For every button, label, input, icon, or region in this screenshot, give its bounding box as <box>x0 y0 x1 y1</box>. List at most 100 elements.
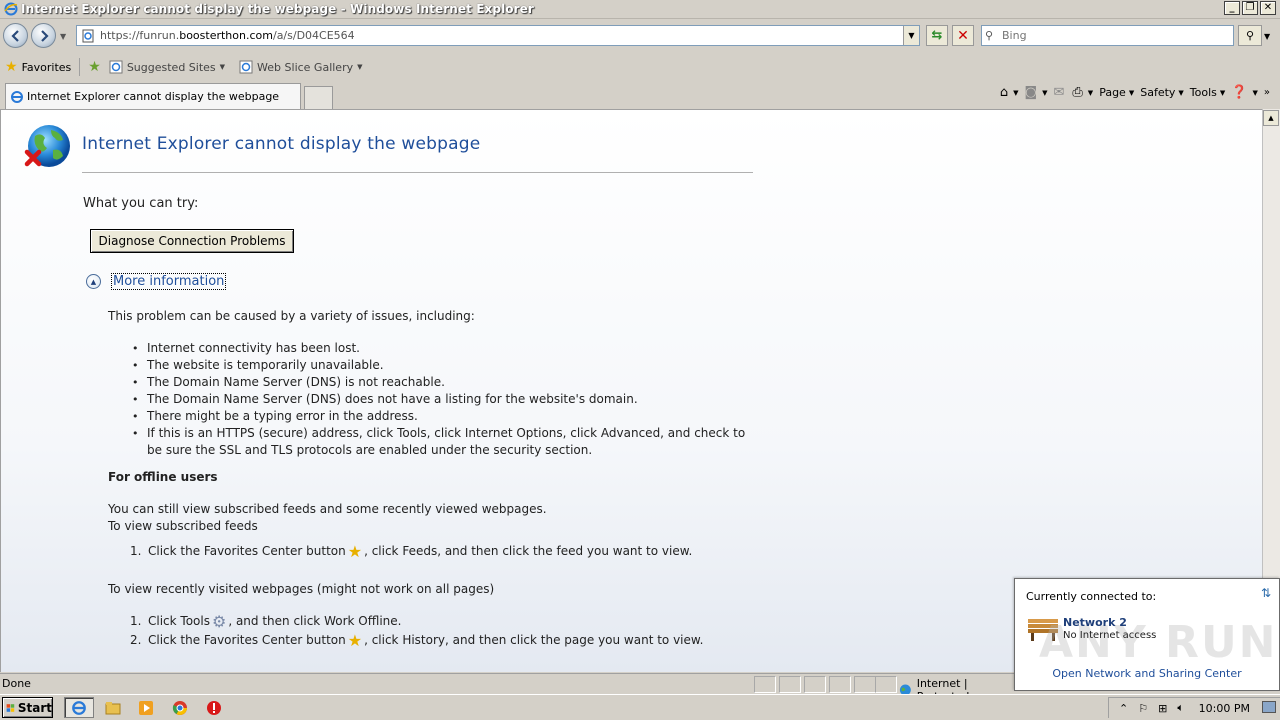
system-tray: ⌃ ⚐ ⊞ 🔈︎ 10:00 PM <box>1108 697 1280 718</box>
status-cell <box>754 676 776 693</box>
help-menu[interactable]: ❓ ▼ <box>1231 85 1258 100</box>
favorites-button[interactable]: ★ Favorites <box>5 59 71 75</box>
minimize-button[interactable]: _ <box>1224 1 1240 15</box>
tab-current[interactable]: Internet Explorer cannot display the web… <box>5 83 301 109</box>
open-network-sharing-center-link[interactable]: Open Network and Sharing Center <box>1015 667 1279 680</box>
status-cell <box>875 676 897 693</box>
status-cell <box>804 676 826 693</box>
ie-logo-icon <box>4 2 18 16</box>
popup-heading: Currently connected to: <box>1026 590 1157 603</box>
forward-button[interactable] <box>31 23 56 48</box>
ie-logo-icon <box>72 700 86 715</box>
volume-icon[interactable]: 🔈︎ <box>1177 701 1184 715</box>
network-status-popup: Currently connected to: ⇅ ANY RUN Networ… <box>1014 578 1280 691</box>
status-cell <box>829 676 851 693</box>
taskbar-explorer[interactable] <box>98 697 128 718</box>
list-item: 1. Click Tools ⚙, and then click Work Offl… <box>130 611 402 631</box>
search-icon: ⚲ <box>985 29 994 42</box>
title-bar[interactable]: Internet Explorer cannot display the web… <box>0 0 1280 19</box>
status-bar: Done Internet | Protected <box>0 673 1014 703</box>
scroll-up-arrow-icon[interactable]: ▲ <box>1263 110 1279 126</box>
search-options-dropdown-icon[interactable]: ▼ <box>1264 32 1270 41</box>
read-mail-button[interactable]: ✉ <box>1053 85 1066 100</box>
back-arrow-icon <box>10 29 19 42</box>
chevron-down-icon: ▼ <box>1013 88 1019 97</box>
taskbar-security-app[interactable] <box>199 697 229 718</box>
more-commands-icon[interactable]: » <box>1264 87 1270 98</box>
favorites-star-icon: ★ <box>5 59 18 75</box>
tools-menu[interactable]: Tools ▼ <box>1190 86 1226 99</box>
show-desktop-icon[interactable] <box>1262 701 1276 713</box>
back-button[interactable] <box>3 23 28 48</box>
list-item: The Domain Name Server (DNS) is not reac… <box>132 374 752 391</box>
what-you-can-try-label: What you can try: <box>83 196 199 211</box>
problem-intro: This problem can be caused by a variety … <box>108 309 475 323</box>
address-dropdown-button[interactable]: ▼ <box>903 26 919 45</box>
separator <box>79 58 81 76</box>
chevron-down-icon: ▼ <box>1087 88 1094 97</box>
globe-error-icon <box>24 125 70 167</box>
start-button[interactable]: Start <box>2 697 53 718</box>
chevron-down-icon: ▼ <box>1178 88 1184 97</box>
web-slice-gallery-link[interactable]: Web Slice Gallery ▼ <box>239 60 363 74</box>
recent-steps: 1. Click Tools ⚙, and then click Work Offl… <box>130 612 703 650</box>
favorites-bar: ★ Favorites ★ Suggested Sites ▼ Web Slic… <box>0 53 1280 81</box>
close-button[interactable]: ✕ <box>1260 1 1276 15</box>
mail-icon: ✉ <box>1053 85 1065 100</box>
more-information-toggle[interactable]: ▲ More information <box>86 273 227 290</box>
tools-gear-icon: ⚙ <box>211 611 227 631</box>
chevron-up-icon: ▲ <box>86 274 101 289</box>
add-to-favorites-bar-icon[interactable]: ★ <box>88 59 101 75</box>
folder-icon <box>105 701 121 714</box>
maximize-button[interactable]: ❐ <box>1242 1 1258 15</box>
home-button[interactable]: ⌂ ▼ <box>1000 85 1019 100</box>
address-toolbar: ▼ https://funrun.boosterthon.com/a/s/D04… <box>0 20 1280 52</box>
chevron-down-icon: ▼ <box>357 63 363 71</box>
taskbar-internet-explorer[interactable] <box>64 697 94 718</box>
favorites-center-star-icon: ★ <box>347 541 363 561</box>
clock[interactable]: 10:00 PM <box>1199 702 1250 715</box>
recent-heading: To view recently visited webpages (might… <box>108 582 495 596</box>
causes-list: Internet connectivity has been lost. The… <box>132 340 752 459</box>
recent-pages-dropdown-icon[interactable]: ▼ <box>60 32 66 41</box>
chevron-down-icon: ▼ <box>1042 88 1048 97</box>
command-bar: ⌂ ▼ ◙ ▼ ✉ ⎙ ▼ Page ▼ Safety ▼ Tools ▼ ❓ ▼ » <box>1000 85 1270 100</box>
network-tray-icon[interactable]: ⊞ <box>1158 702 1167 715</box>
offline-heading: For offline users <box>108 470 218 484</box>
print-button[interactable]: ⎙ ▼ <box>1072 85 1093 100</box>
taskbar: Start ⌃ ⚐ ⊞ 🔈︎ 10:00 PM <box>0 694 1280 720</box>
forward-arrow-icon <box>40 29 49 42</box>
ie-logo-icon <box>11 90 23 103</box>
search-box[interactable]: ⚲ <box>981 25 1234 46</box>
show-hidden-icons-icon[interactable]: ⌃ <box>1119 702 1128 715</box>
search-button[interactable]: ⚲ <box>1238 25 1262 46</box>
feeds-button[interactable]: ◙ ▼ <box>1024 85 1047 100</box>
search-input[interactable] <box>1002 29 1202 42</box>
rss-feed-icon: ◙ <box>1024 85 1038 100</box>
list-item: The Domain Name Server (DNS) does not ha… <box>132 391 752 408</box>
taskbar-chrome[interactable] <box>165 697 195 718</box>
page-menu[interactable]: Page ▼ <box>1099 86 1134 99</box>
printer-icon: ⎙ <box>1072 85 1083 100</box>
list-item: 2. Click the Favorites Center button ★, cl… <box>130 630 704 650</box>
stop-button[interactable]: ✕ <box>952 25 974 46</box>
page-icon <box>82 29 94 42</box>
list-item: If this is an HTTPS (secure) address, cl… <box>132 425 752 459</box>
stop-sign-icon <box>207 700 221 715</box>
action-center-flag-icon[interactable]: ⚐ <box>1138 702 1148 715</box>
more-information-link[interactable]: More information <box>111 273 227 290</box>
diagnose-connection-button[interactable]: Diagnose Connection Problems <box>90 229 294 253</box>
network-arrows-icon: ⇅ <box>1260 586 1271 600</box>
media-player-icon <box>139 700 153 715</box>
title-divider <box>82 172 753 173</box>
taskbar-media-player[interactable] <box>131 697 161 718</box>
refresh-button[interactable]: ⇆ <box>926 25 948 46</box>
refresh-icon: ⇆ <box>931 28 943 43</box>
address-bar[interactable]: https://funrun.boosterthon.com/a/s/D04CE… <box>76 25 920 46</box>
safety-menu[interactable]: Safety ▼ <box>1140 86 1184 99</box>
address-url: https://funrun.boosterthon.com/a/s/D04CE… <box>100 29 355 42</box>
suggested-sites-link[interactable]: Suggested Sites ▼ <box>109 60 225 74</box>
ie-page-icon <box>109 60 123 74</box>
new-tab-button[interactable] <box>304 86 333 109</box>
favorites-center-star-icon: ★ <box>347 630 363 650</box>
